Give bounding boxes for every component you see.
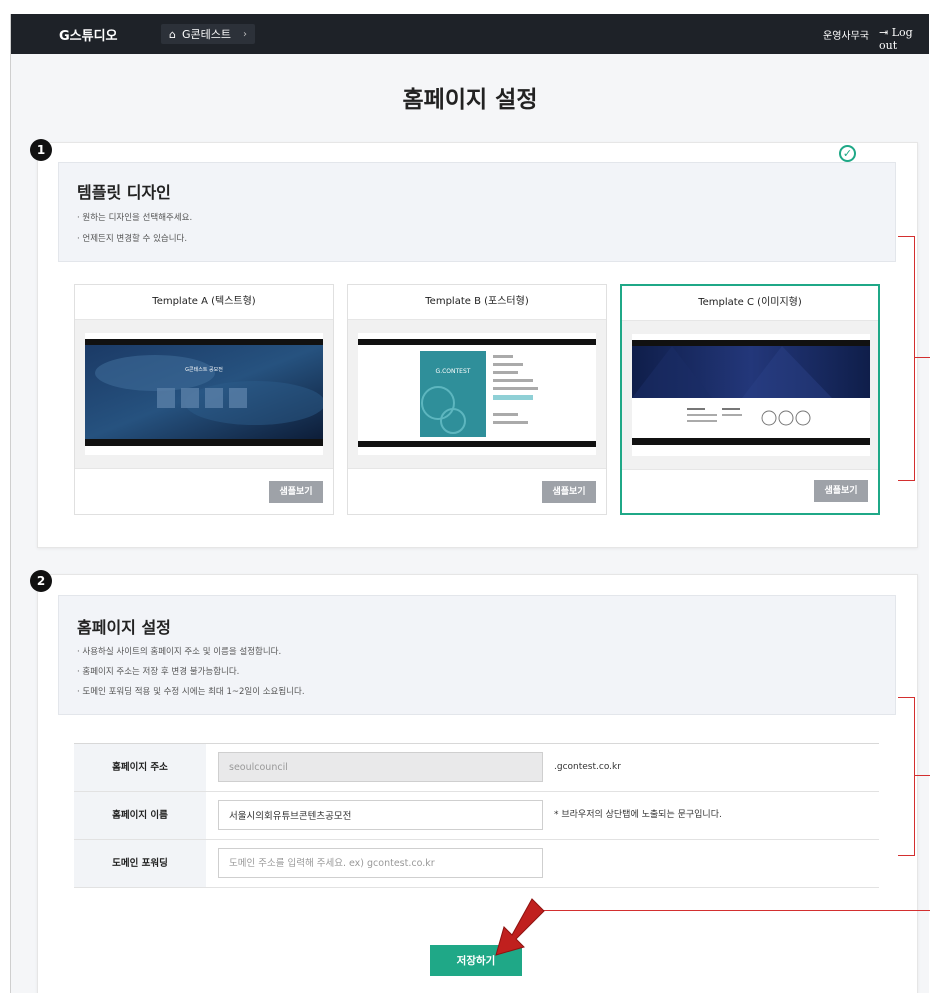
- template-info-box: 템플릿 디자인 · 원하는 디자인을 선택해주세요. · 언제든지 변경할 수 …: [58, 162, 896, 262]
- info-line: · 언제든지 변경할 수 있습니다.: [77, 234, 188, 244]
- homepage-address-input[interactable]: [218, 752, 543, 782]
- info-line: · 원하는 디자인을 선택해주세요.: [77, 213, 193, 223]
- homepage-settings-card: 홈페이지 설정 · 사용하실 사이트의 홈페이지 주소 및 이름을 설정합니다.…: [37, 574, 918, 993]
- homepage-name-input[interactable]: [218, 800, 543, 830]
- domain-forwarding-input[interactable]: [218, 848, 543, 878]
- sample-view-button[interactable]: 샘플보기: [542, 481, 596, 503]
- template-thumbnail-area: G.CONTEST: [348, 320, 606, 469]
- admin-label[interactable]: 운영사무국: [823, 27, 869, 42]
- template-b-thumbnail: G.CONTEST: [358, 333, 596, 455]
- annotation-line-3: [540, 910, 930, 911]
- settings-form-table: 홈페이지 주소 .gcontest.co.kr 홈페이지 이름 * 브라우저의 …: [74, 743, 879, 888]
- step-badge-2: 2: [30, 570, 52, 592]
- template-name: Template B (포스터형): [348, 285, 606, 320]
- homepage-name-note: * 브라우저의 상단탭에 노출되는 문구입니다.: [554, 810, 722, 820]
- form-row-domain-forwarding: 도메인 포워딩: [74, 840, 879, 888]
- selected-check-icon: ✓: [839, 145, 856, 162]
- template-card-c[interactable]: Template C (이미지형) 샘플보기: [620, 284, 880, 515]
- brand-logo[interactable]: G스튜디오: [59, 25, 118, 44]
- step-badge-1: 1: [30, 139, 52, 161]
- breadcrumb-label: G콘테스트: [181, 28, 231, 41]
- app-window: G스튜디오 ⌂ G콘테스트 › 운영사무국 ⇥ Log out 홈페이지 설정 …: [10, 14, 929, 993]
- annotation-line-2: [914, 775, 930, 776]
- form-row-homepage-address: 홈페이지 주소 .gcontest.co.kr: [74, 744, 879, 792]
- home-icon: ⌂: [169, 27, 176, 41]
- thumb-title: G콘테스트 공모전: [185, 366, 223, 373]
- annotation-bracket-1: [898, 236, 915, 481]
- annotation-bracket-2: [898, 697, 915, 856]
- annotation-line-1: [914, 357, 930, 358]
- info-line: · 홈페이지 주소는 저장 후 변경 불가능합니다.: [77, 667, 240, 677]
- section-title: 홈페이지 설정: [77, 618, 171, 637]
- info-line: · 도메인 포워딩 적용 및 수정 시에는 최대 1~2일이 소요됩니다.: [77, 687, 305, 697]
- section-title: 템플릿 디자인: [77, 183, 171, 202]
- template-design-card: 템플릿 디자인 · 원하는 디자인을 선택해주세요. · 언제든지 변경할 수 …: [37, 142, 918, 548]
- logout-icon: ⇥: [879, 26, 889, 39]
- sample-view-button[interactable]: 샘플보기: [269, 481, 323, 503]
- domain-suffix: .gcontest.co.kr: [554, 762, 621, 772]
- template-card-a[interactable]: Template A (텍스트형) G콘테스트 공모전 샘플보기: [74, 284, 334, 515]
- template-name: Template C (이미지형): [622, 286, 878, 321]
- breadcrumb[interactable]: ⌂ G콘테스트 ›: [161, 24, 255, 44]
- template-thumbnail-area: G콘테스트 공모전: [75, 320, 333, 469]
- thumb-title: G.CONTEST: [436, 368, 471, 375]
- sample-view-button[interactable]: 샘플보기: [814, 480, 868, 502]
- settings-info-box: 홈페이지 설정 · 사용하실 사이트의 홈페이지 주소 및 이름을 설정합니다.…: [58, 595, 896, 715]
- form-label: 홈페이지 이름: [74, 792, 206, 839]
- top-navbar: G스튜디오 ⌂ G콘테스트 › 운영사무국 ⇥ Log out: [11, 14, 929, 54]
- template-c-thumbnail: [632, 334, 870, 456]
- info-line: · 사용하실 사이트의 홈페이지 주소 및 이름을 설정합니다.: [77, 647, 282, 657]
- chevron-right-icon: ›: [243, 28, 247, 40]
- form-label: 도메인 포워딩: [74, 840, 206, 887]
- template-thumbnail-area: [622, 321, 878, 470]
- page-title: 홈페이지 설정: [402, 87, 538, 113]
- template-a-thumbnail: G콘테스트 공모전: [85, 333, 323, 455]
- template-name: Template A (텍스트형): [75, 285, 333, 320]
- annotation-arrow-icon: [495, 898, 545, 956]
- logout-button[interactable]: ⇥ Log out: [879, 26, 929, 52]
- form-row-homepage-name: 홈페이지 이름 * 브라우저의 상단탭에 노출되는 문구입니다.: [74, 792, 879, 840]
- form-label: 홈페이지 주소: [74, 744, 206, 791]
- template-card-b[interactable]: Template B (포스터형) G.CONTEST 샘플보기: [347, 284, 607, 515]
